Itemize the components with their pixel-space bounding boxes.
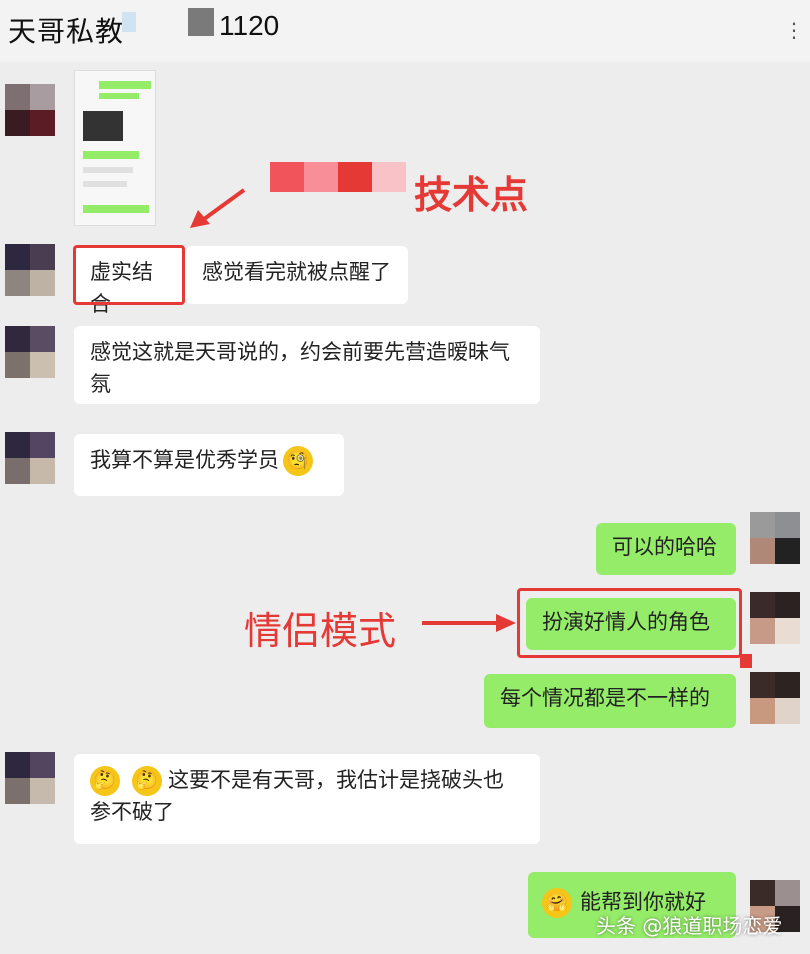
arrow-icon: [422, 614, 516, 632]
message-bubble: 可以的哈哈: [596, 523, 736, 575]
watermark-text: 头条 @狼道职场恋爱: [596, 914, 783, 938]
avatar[interactable]: [5, 326, 55, 378]
message-bubble: 🤔 🤔 这要不是有天哥，我估计是挠破头也 参不破了: [74, 754, 540, 844]
message-text: 这要不是有天哥，我估计是挠破头也: [168, 768, 504, 792]
redacted-mosaic: [270, 162, 406, 192]
thinking-face-icon: 🤔: [90, 766, 120, 796]
avatar[interactable]: [750, 512, 800, 564]
message-bubble: 我算不算是优秀学员 🧐: [74, 434, 344, 496]
chat-id: 1120: [219, 10, 280, 41]
avatar[interactable]: [5, 244, 55, 296]
annotation-tech-point: 技术点: [414, 173, 529, 217]
hugging-face-icon: 🤗: [542, 888, 572, 918]
redacted-mosaic: [188, 8, 214, 36]
avatar[interactable]: [750, 592, 800, 644]
highlight-box: [517, 588, 742, 658]
message-text: 感觉看完就被点醒了: [202, 260, 391, 284]
message-text: 参不破了: [90, 800, 174, 824]
message-text: 每个情况都是不一样的: [500, 686, 710, 710]
avatar[interactable]: [5, 752, 55, 804]
message-bubble: 每个情况都是不一样的: [484, 674, 736, 728]
redacted-mosaic: [122, 12, 136, 32]
avatar[interactable]: [750, 672, 800, 724]
more-icon[interactable]: ⋮: [784, 18, 804, 42]
thinking-face-icon: 🤔: [132, 766, 162, 796]
message-bubble: 感觉看完就被点醒了: [186, 246, 408, 304]
message-text: 可以的哈哈: [612, 535, 717, 559]
annotation-couple-mode: 情侣模式: [244, 609, 397, 653]
chat-header: 天哥私教 1120 ⋮: [0, 0, 810, 62]
avatar[interactable]: [5, 432, 55, 484]
screenshot-thumbnail[interactable]: [74, 70, 156, 226]
arrow-icon: [190, 188, 246, 228]
avatar[interactable]: [5, 84, 55, 136]
message-text: 感觉这就是天哥说的，约会前要先营造暧昧气氛: [90, 340, 510, 396]
message-text: 我算不算是优秀学员: [90, 448, 279, 472]
highlight-box: [73, 245, 185, 305]
message-bubble: 感觉这就是天哥说的，约会前要先营造暧昧气氛: [74, 326, 540, 404]
thinking-face-icon: 🧐: [283, 446, 313, 476]
chat-title: 天哥私教: [8, 15, 125, 48]
redacted-mosaic: [740, 654, 752, 668]
